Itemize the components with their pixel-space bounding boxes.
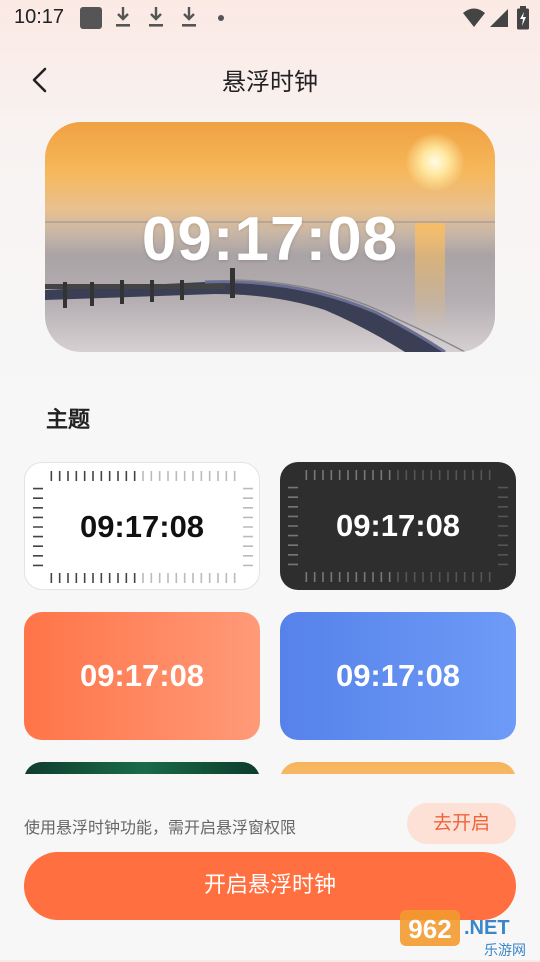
svg-text:乐游网: 乐游网 — [484, 943, 526, 958]
notification-square-icon — [80, 7, 102, 29]
download-icon — [149, 7, 163, 27]
themes-section-title: 主题 — [46, 408, 91, 433]
page-title: 悬浮时钟 — [222, 68, 318, 96]
battery-charging-icon — [517, 6, 529, 30]
signal-icon — [490, 9, 508, 27]
svg-text:.NET: .NET — [464, 917, 510, 939]
status-time: 10:17 — [14, 6, 65, 28]
theme-clock-time: 09:17:08 — [335, 508, 461, 543]
svg-text:962: 962 — [408, 914, 451, 944]
hero-clock-preview: 09:17:08 — [45, 122, 495, 352]
download-icon — [182, 7, 196, 27]
site-watermark-logo: 962 .NET 乐游网 — [400, 908, 536, 959]
status-bar: 10:17 — [0, 0, 540, 36]
themes-grid[interactable]: 09:17:08 09:17:08 09:17:08 09:17:08 — [0, 462, 540, 774]
theme-card-sunset[interactable] — [280, 762, 516, 774]
download-icon — [116, 7, 130, 27]
theme-clock-time: 09:17:08 — [335, 658, 461, 693]
dot-icon — [218, 15, 224, 21]
theme-clock-time: 09:17:08 — [79, 658, 205, 693]
enable-permission-button[interactable]: 去开启 — [407, 803, 516, 844]
theme-card-dark-ticks[interactable]: 09:17:08 — [280, 462, 516, 590]
theme-clock-time: 09:17:08 — [79, 509, 205, 544]
theme-card-white-ticks[interactable]: 09:17:08 — [24, 462, 260, 590]
theme-card-blue[interactable]: 09:17:08 — [280, 612, 516, 740]
hero-clock-time: 09:17:08 — [141, 205, 399, 274]
theme-card-green-forest[interactable] — [24, 762, 260, 774]
wifi-icon — [463, 8, 485, 27]
theme-card-orange[interactable]: 09:17:08 — [24, 612, 260, 740]
permission-hint: 使用悬浮时钟功能，需开启悬浮窗权限 — [24, 818, 297, 837]
